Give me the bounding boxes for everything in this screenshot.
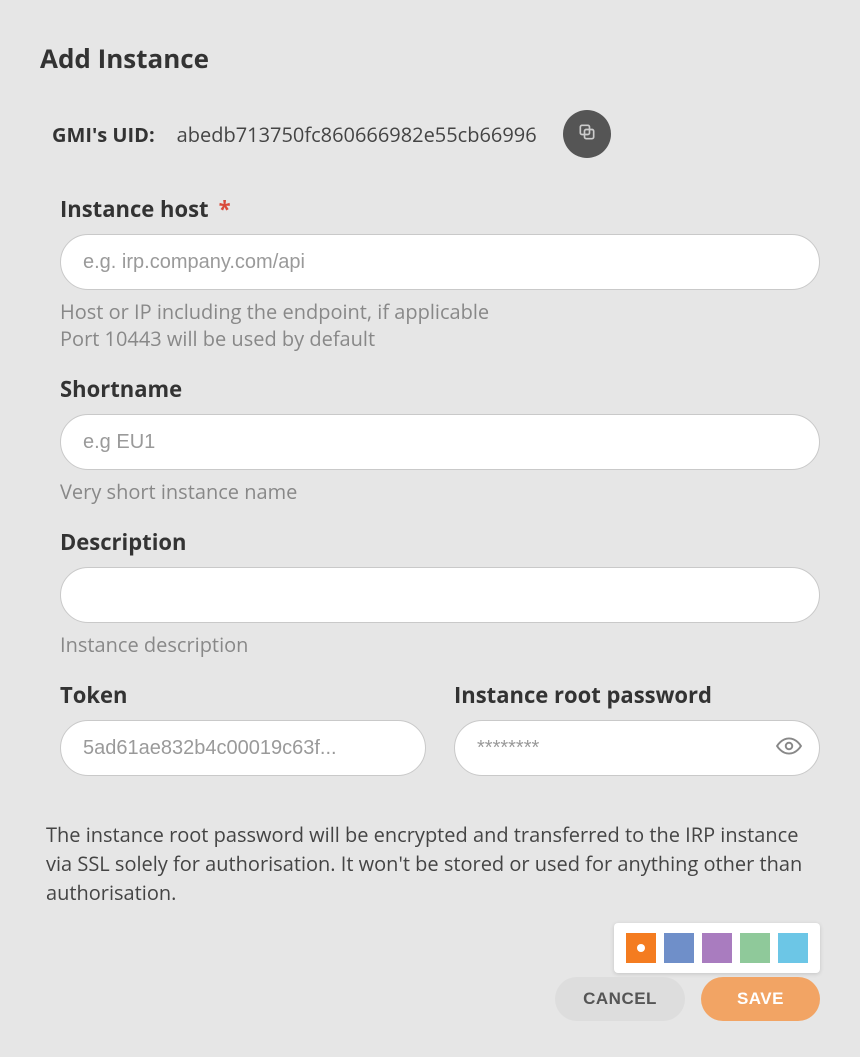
field-instance-host: Instance host * Host or IP including the…	[60, 194, 820, 352]
description-label: Description	[60, 527, 187, 557]
toggle-password-visibility[interactable]	[776, 735, 802, 761]
eye-icon	[776, 733, 802, 764]
cancel-button[interactable]: CANCEL	[555, 977, 685, 1021]
color-swatch-2[interactable]	[702, 933, 732, 963]
instance-host-input[interactable]	[60, 234, 820, 290]
description-input[interactable]	[60, 567, 820, 623]
token-input[interactable]	[60, 720, 426, 776]
instance-host-helper: Host or IP including the endpoint, if ap…	[60, 298, 820, 352]
copy-uid-button[interactable]	[563, 110, 611, 158]
field-token: Token	[60, 680, 426, 776]
shortname-input[interactable]	[60, 414, 820, 470]
description-helper: Instance description	[60, 631, 820, 658]
form-actions: CANCEL SAVE	[555, 977, 820, 1021]
color-swatch-3[interactable]	[740, 933, 770, 963]
shortname-label: Shortname	[60, 374, 182, 404]
save-button[interactable]: SAVE	[701, 977, 820, 1021]
uid-value: abedb713750fc860666982e55cb66996	[177, 121, 537, 148]
required-indicator: *	[219, 194, 231, 224]
shortname-helper: Very short instance name	[60, 478, 820, 505]
color-swatch-1[interactable]	[664, 933, 694, 963]
root-password-label: Instance root password	[454, 680, 712, 710]
field-root-password: Instance root password	[454, 680, 820, 776]
password-disclaimer: The instance root password will be encry…	[46, 820, 820, 907]
color-swatch-0[interactable]	[626, 933, 656, 963]
root-password-input[interactable]	[454, 720, 820, 776]
color-picker	[614, 923, 820, 973]
color-swatch-4[interactable]	[778, 933, 808, 963]
copy-icon	[577, 122, 597, 147]
instance-host-label: Instance host	[60, 194, 209, 224]
uid-row: GMI's UID: abedb713750fc860666982e55cb66…	[52, 110, 820, 158]
field-description: Description Instance description	[60, 527, 820, 658]
field-shortname: Shortname Very short instance name	[60, 374, 820, 505]
token-label: Token	[60, 680, 127, 710]
uid-label: GMI's UID:	[52, 121, 155, 148]
page-title: Add Instance	[40, 40, 820, 76]
